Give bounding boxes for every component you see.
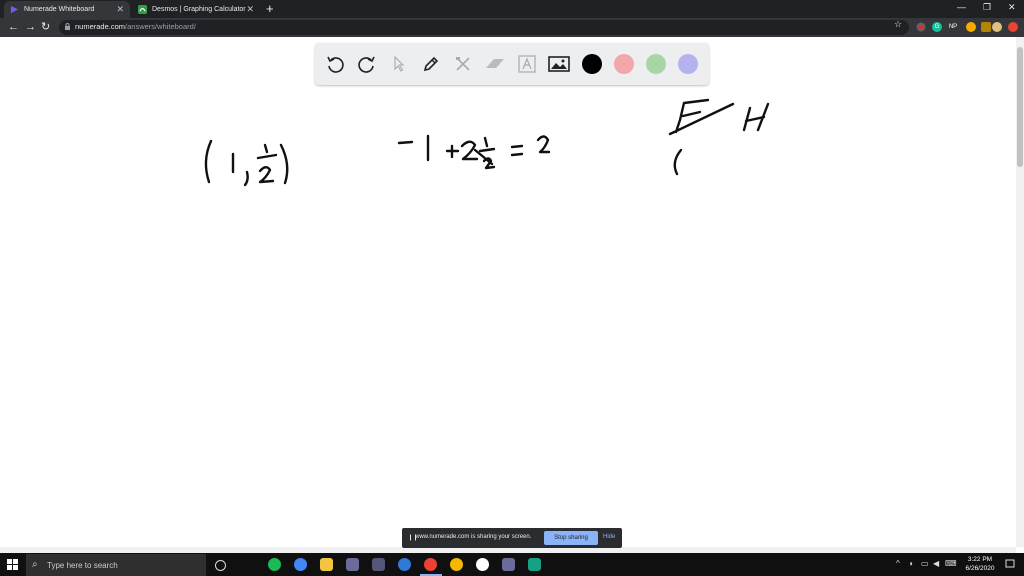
handwriting-layer bbox=[204, 98, 770, 187]
handwriting-fraction-one bbox=[483, 136, 489, 148]
share-message: www.numerade.com is sharing your screen. bbox=[415, 534, 532, 540]
taskbar-search-box[interactable]: ⌕ Type here to search bbox=[26, 554, 206, 576]
taskbar-clock[interactable]: 3:22 PM 6/26/2020 bbox=[960, 555, 1000, 573]
app-icon-2[interactable] bbox=[372, 558, 385, 571]
handwriting-letter-E bbox=[668, 98, 735, 136]
chrome-g-icon[interactable] bbox=[294, 558, 307, 571]
cortana-icon[interactable] bbox=[215, 560, 226, 571]
handwriting-open-paren bbox=[204, 139, 213, 184]
app-icon-blue[interactable] bbox=[398, 558, 411, 571]
handwriting-fraction-numerator bbox=[263, 143, 269, 154]
notification-icon[interactable] bbox=[1005, 559, 1015, 569]
handwriting-equals bbox=[510, 144, 524, 157]
app-icon-3[interactable] bbox=[502, 558, 515, 571]
clock-date: 6/26/2020 bbox=[965, 565, 995, 572]
app-icon-green[interactable] bbox=[528, 558, 541, 571]
screen-share-banner: ❙❙ www.numerade.com is sharing your scre… bbox=[402, 528, 622, 548]
handwriting-fraction-bar-2 bbox=[478, 147, 496, 153]
language-icon[interactable]: ⌨ bbox=[945, 559, 957, 568]
volume-icon[interactable]: ◀ bbox=[933, 559, 939, 568]
windows-taskbar: ⌕ Type here to search ^ ◑ ▭ ◀ ⌨ 3:22 PM … bbox=[0, 553, 1024, 576]
handwriting-comma bbox=[243, 170, 249, 187]
tray-chevron-icon[interactable]: ^ bbox=[896, 559, 900, 568]
handwriting-plus bbox=[445, 144, 460, 159]
norton-icon[interactable] bbox=[450, 558, 463, 571]
tray-app-icon[interactable]: ◑ bbox=[908, 559, 913, 568]
handwriting-letter-H bbox=[742, 102, 770, 132]
app-icon[interactable] bbox=[346, 558, 359, 571]
spotify-icon[interactable] bbox=[268, 558, 281, 571]
search-placeholder: Type here to search bbox=[47, 561, 118, 570]
network-icon[interactable]: ▭ bbox=[921, 559, 929, 568]
handwriting-minus bbox=[397, 140, 414, 145]
search-icon: ⌕ bbox=[32, 559, 38, 570]
clock-time: 3:22 PM bbox=[967, 556, 993, 563]
hide-banner-button[interactable]: Hide bbox=[603, 534, 615, 540]
app-icon-white[interactable] bbox=[476, 558, 489, 571]
file-explorer-icon[interactable] bbox=[320, 558, 333, 571]
scroll-thumb[interactable] bbox=[1017, 47, 1023, 167]
handwriting-close-paren bbox=[279, 143, 289, 185]
handwriting-fraction-denominator bbox=[258, 166, 275, 184]
stop-sharing-button[interactable]: Stop sharing bbox=[544, 531, 598, 545]
vertical-scrollbar[interactable] bbox=[1016, 37, 1024, 547]
handwriting-result-two bbox=[536, 135, 551, 154]
chrome-icon[interactable] bbox=[424, 558, 437, 571]
handwriting-paren bbox=[673, 148, 683, 176]
handwriting-fraction-bar bbox=[256, 153, 278, 160]
windows-start-icon[interactable] bbox=[7, 559, 18, 570]
